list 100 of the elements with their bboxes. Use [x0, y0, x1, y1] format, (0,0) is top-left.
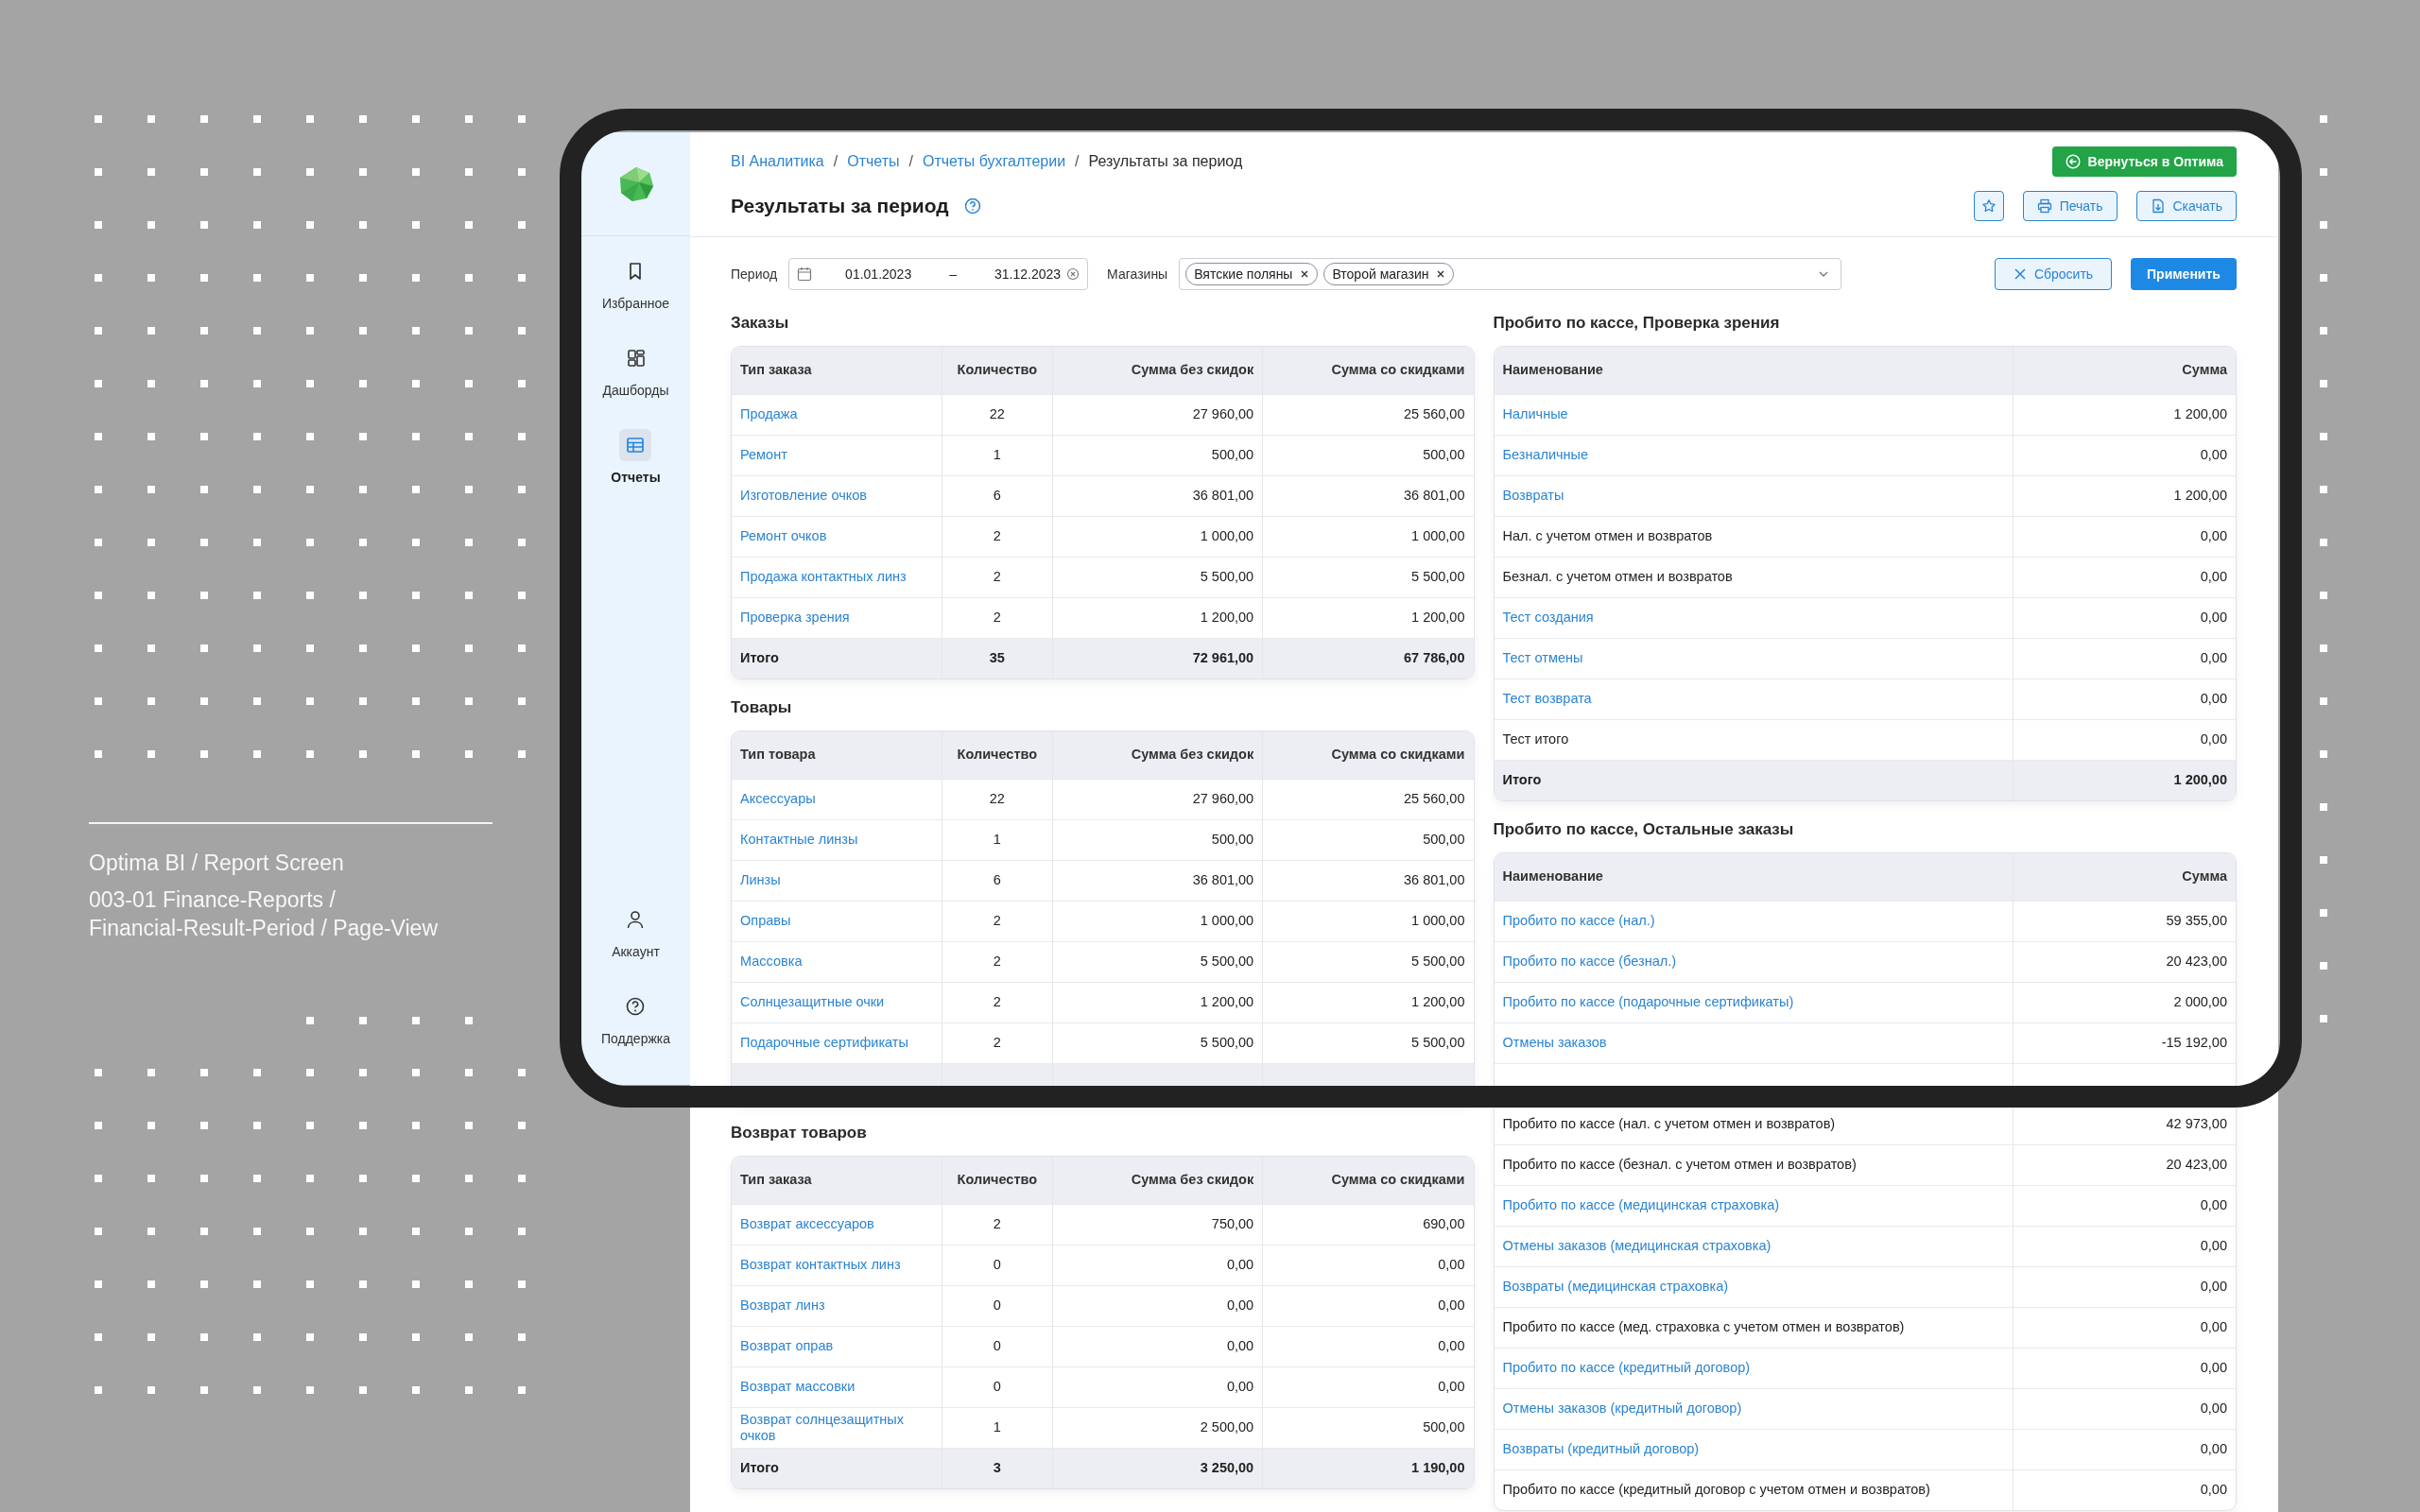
table-cell: Тест итого	[1494, 719, 2014, 760]
row-link[interactable]: Возврат линз	[740, 1297, 825, 1314]
calendar-icon	[797, 266, 813, 282]
column-header[interactable]: Сумма со скидками	[1262, 731, 1474, 779]
column-header[interactable]: Наименование	[1494, 853, 2014, 901]
reset-button[interactable]: Сбросить	[1995, 258, 2112, 290]
column-header[interactable]: Тип товара	[732, 731, 942, 779]
row-link[interactable]: Возвраты	[1502, 488, 1564, 504]
column-header[interactable]: Сумма без скидок	[1052, 1157, 1263, 1204]
table-cell: 36 801,00	[1052, 475, 1263, 516]
row-link[interactable]: Возврат аксессуаров	[740, 1216, 874, 1232]
store-chip[interactable]: Вятские поляны	[1185, 263, 1319, 285]
column-header[interactable]: Сумма	[2013, 347, 2236, 394]
nav-item[interactable]: Аккаунт	[612, 903, 660, 962]
column-header[interactable]: Количество	[942, 347, 1053, 394]
row-link[interactable]: Продажа	[740, 406, 798, 422]
table-cell: 20 423,00	[2013, 941, 2236, 982]
total-cell: Итого	[732, 638, 942, 679]
row-link[interactable]: Возврат солнцезащитных очков	[740, 1411, 933, 1444]
row-link[interactable]: Ремонт очков	[740, 528, 827, 544]
field-label: Период	[731, 265, 778, 284]
row-link[interactable]: Пробито по кассе (медицинская страховка)	[1502, 1197, 1780, 1213]
store-select[interactable]: Вятские поляны Второй магазин	[1179, 258, 1842, 290]
table-cell: 1 000,00	[1262, 901, 1474, 941]
row-link[interactable]: Возвраты (медицинская страховка)	[1502, 1279, 1729, 1295]
row-link[interactable]: Отмены заказов	[1502, 1035, 1607, 1051]
row-link[interactable]: Пробито по кассе (кредитный договор)	[1502, 1360, 1751, 1376]
store-chip[interactable]: Второй магазин	[1323, 263, 1455, 285]
table-cell: 500,00	[1052, 435, 1263, 475]
table-cell: 2	[942, 557, 1053, 597]
column-header[interactable]: Количество	[942, 1157, 1053, 1204]
table-cell: 500,00	[1262, 1407, 1474, 1448]
row-link[interactable]: Пробито по кассе (нал.)	[1502, 913, 1655, 929]
nav-item[interactable]: Дашборды	[602, 342, 669, 401]
row-link[interactable]: Тест возврата	[1502, 691, 1592, 707]
row-link[interactable]: Пробито по кассе (подарочные сертификаты)	[1502, 994, 1794, 1010]
nav-item[interactable]: Поддержка	[600, 990, 670, 1049]
row-link[interactable]: Отмены заказов (медицинская страховка)	[1502, 1238, 1772, 1254]
table-cell: 0,00	[2013, 719, 2236, 760]
row-link[interactable]: Безналичные	[1502, 447, 1589, 463]
clear-icon[interactable]	[1066, 267, 1080, 281]
table-cell: 1	[942, 435, 1053, 475]
row-link[interactable]: Проверка зрения	[740, 610, 850, 626]
row-link[interactable]: Оправы	[740, 913, 791, 929]
row-link[interactable]: Подарочные сертификаты	[740, 1035, 908, 1051]
table-cell: Пробито по кассе (мед. страховка с учетом отмен и возвратов)	[1494, 1307, 2014, 1348]
breadcrumb-current: Результаты за период	[1088, 152, 1243, 171]
breadcrumb-link[interactable]: Отчеты бухгалтерии	[923, 150, 1066, 173]
row-link[interactable]: Линзы	[740, 872, 781, 888]
column-header[interactable]: Тип заказа	[732, 1157, 942, 1204]
row-link[interactable]: Ремонт	[740, 447, 787, 463]
date-range-field[interactable]: 01.01.2023 – 31.12.2023	[788, 258, 1089, 290]
download-button[interactable]: Скачать	[2135, 191, 2237, 221]
column-header[interactable]: Тип заказа	[732, 347, 942, 394]
total-cell: 1 190,00	[1262, 1448, 1474, 1488]
row-link[interactable]: Возвраты (кредитный договор)	[1502, 1441, 1700, 1457]
row-link[interactable]: Тест отмены	[1502, 650, 1583, 666]
row-link[interactable]: Изготовление очков	[740, 488, 867, 504]
row-link[interactable]: Контактные линзы	[740, 832, 858, 848]
caption-title: Optima BI / Report Screen	[89, 850, 344, 877]
print-button[interactable]: Печать	[2022, 191, 2118, 221]
close-icon	[2013, 267, 2027, 281]
help-icon[interactable]	[963, 198, 981, 215]
table-cell: 0,00	[2013, 435, 2236, 475]
total-cell: 3	[942, 1448, 1053, 1488]
breadcrumb-separator: /	[908, 152, 913, 171]
breadcrumb-link[interactable]: BI Аналитика	[731, 150, 824, 173]
nav-item[interactable]: Избранное	[602, 255, 669, 314]
apply-button[interactable]: Применить	[2131, 258, 2237, 290]
caption-subtitle: 003-01 Finance-Reports /	[89, 886, 336, 914]
remove-icon[interactable]	[1300, 269, 1310, 279]
section-title: Возврат товаров	[731, 1123, 868, 1143]
table-cell: 0,00	[2013, 1226, 2236, 1266]
row-link[interactable]: Массовка	[740, 954, 803, 970]
column-header[interactable]: Сумма со скидками	[1262, 347, 1474, 394]
row-link[interactable]: Отмены заказов (кредитный договор)	[1502, 1400, 1742, 1417]
row-link[interactable]: Тест создания	[1502, 610, 1594, 626]
row-link[interactable]: Аксессуары	[740, 791, 816, 807]
remove-icon[interactable]	[1436, 269, 1446, 279]
row-link[interactable]: Возврат массовки	[740, 1379, 856, 1395]
breadcrumb-link[interactable]: Отчеты	[847, 150, 900, 173]
row-link[interactable]: Пробито по кассе (безнал.)	[1502, 954, 1677, 970]
column-header[interactable]: Количество	[942, 731, 1053, 779]
nav-item[interactable]: Отчеты	[611, 429, 661, 488]
row-link[interactable]: Возврат контактных линз	[740, 1257, 901, 1273]
table-cell: 1 000,00	[1262, 516, 1474, 557]
column-header[interactable]: Наименование	[1494, 347, 2014, 394]
row-link[interactable]: Наличные	[1502, 406, 1568, 422]
column-header[interactable]: Сумма	[2013, 853, 2236, 901]
column-header[interactable]: Сумма со скидками	[1262, 1157, 1474, 1204]
row-link[interactable]: Солнцезащитные очки	[740, 994, 885, 1010]
breadcrumb-separator: /	[833, 152, 838, 171]
favorite-button[interactable]	[1973, 191, 2004, 221]
row-link[interactable]: Продажа контактных линз	[740, 569, 907, 585]
row-link[interactable]: Возврат оправ	[740, 1338, 834, 1354]
back-button[interactable]: Вернуться в Оптима	[2051, 146, 2237, 177]
column-header[interactable]: Сумма без скидок	[1052, 731, 1263, 779]
table-cell: 2	[942, 901, 1053, 941]
table-cell: 22	[942, 394, 1053, 435]
column-header[interactable]: Сумма без скидок	[1052, 347, 1263, 394]
